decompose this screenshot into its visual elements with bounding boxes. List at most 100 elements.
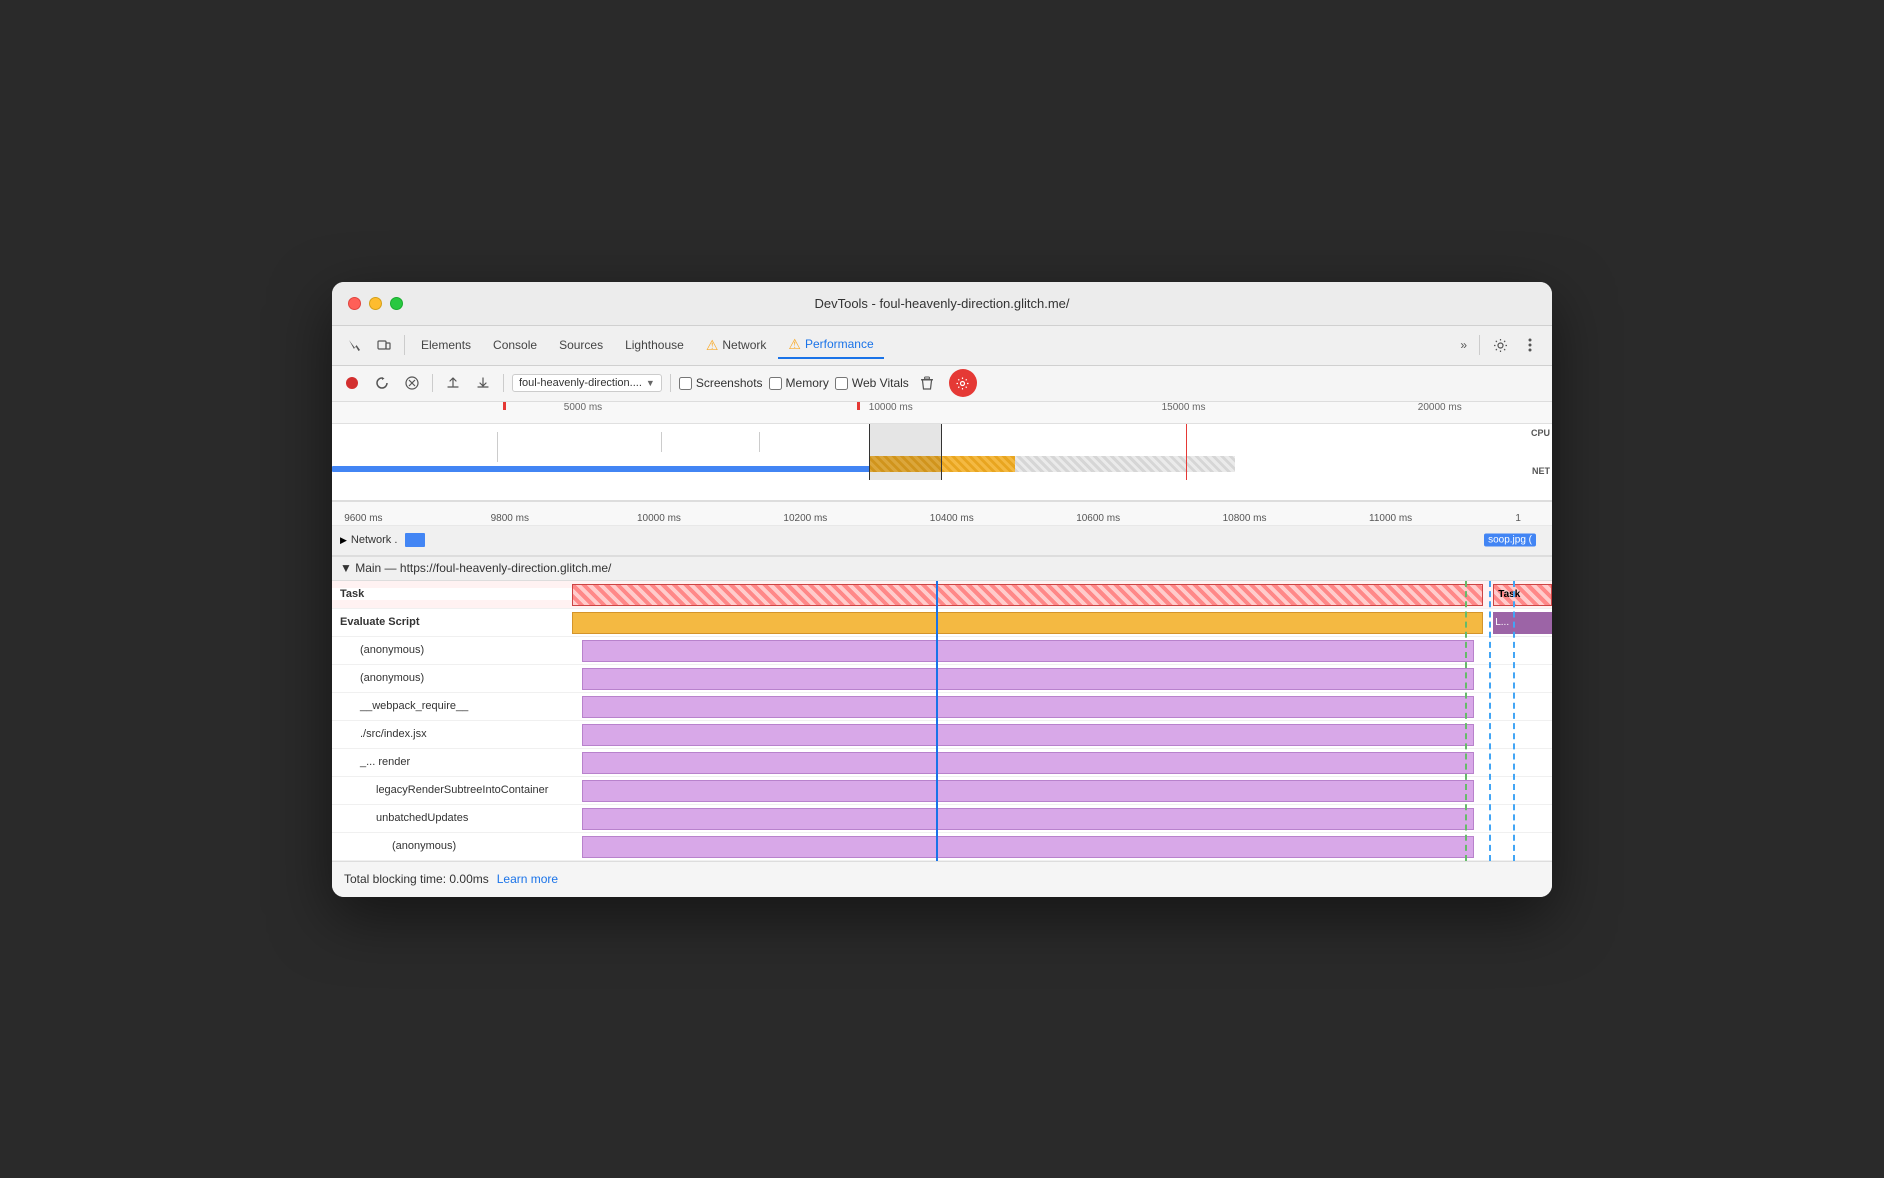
web-vitals-checkbox[interactable] [835, 377, 848, 390]
t10000: 10000 ms [637, 513, 681, 524]
evaluate-right-label: L... [1493, 612, 1552, 634]
table-row: (anonymous) [332, 833, 1552, 861]
ruler-15000: 15000 ms [1162, 402, 1206, 413]
download-button[interactable] [471, 371, 495, 395]
anon-1-bar-container [572, 637, 1552, 664]
performance-warn-icon: ⚠ [788, 336, 801, 353]
memory-label: Memory [786, 376, 829, 390]
red-tick-2 [857, 402, 860, 410]
table-row: Task Task [332, 581, 1552, 609]
webpack-bar-container [572, 693, 1552, 720]
web-vitals-checkbox-label[interactable]: Web Vitals [835, 376, 909, 390]
tab-network[interactable]: ⚠ Network [696, 333, 777, 358]
src-index-bar [582, 724, 1474, 746]
table-row: (anonymous) [332, 637, 1552, 665]
unbatched-bar [582, 808, 1474, 830]
cpu-label: CPU [1531, 428, 1550, 438]
selection-range [869, 424, 942, 480]
triangle-icon: ▶ [340, 535, 347, 546]
idle-bar [1015, 456, 1235, 472]
network-label: Network . [351, 534, 397, 546]
table-row: __webpack_require__ [332, 693, 1552, 721]
url-dropdown[interactable]: foul-heavenly-direction.... ▼ [512, 374, 662, 392]
more-options-icon[interactable] [1516, 331, 1544, 359]
anon-2-bar [582, 668, 1474, 690]
main-header-text: ▼ Main — https://foul-heavenly-direction… [340, 561, 611, 575]
table-row: ./src/index.jsx [332, 721, 1552, 749]
network-bar-blue [405, 533, 425, 547]
upload-button[interactable] [441, 371, 465, 395]
maximize-button[interactable] [390, 297, 403, 310]
network-overview-row: ▶ Network . soop.jpg ( [332, 526, 1552, 556]
close-button[interactable] [348, 297, 361, 310]
dashed-line-green-1 [1465, 581, 1467, 861]
table-row: (anonymous) [332, 665, 1552, 693]
dashed-line-blue-2 [1513, 581, 1515, 861]
tab-sources[interactable]: Sources [549, 334, 613, 356]
web-vitals-label: Web Vitals [852, 376, 909, 390]
t10400: 10400 ms [930, 513, 974, 524]
tab-console[interactable]: Console [483, 334, 547, 356]
screenshots-checkbox-label[interactable]: Screenshots [679, 376, 763, 390]
chevron-down-icon: ▼ [646, 378, 655, 388]
vertical-marker-line [936, 581, 938, 861]
performance-settings-button[interactable] [949, 369, 977, 397]
t10200: 10200 ms [783, 513, 827, 524]
record-button[interactable] [340, 371, 364, 395]
evaluate-script-label: Evaluate Script [332, 616, 572, 628]
dashed-line-blue-1 [1489, 581, 1491, 861]
network-row-label: ▶ Network . [332, 533, 512, 547]
anon-3-bar-container [572, 833, 1552, 860]
devtools-window: DevTools - foul-heavenly-direction.glitc… [332, 282, 1552, 897]
t-last: 1 [1515, 513, 1521, 524]
flame-chart-area: ▼ Main — https://foul-heavenly-direction… [332, 557, 1552, 861]
render-bar [582, 752, 1474, 774]
device-toggle-icon[interactable] [370, 331, 398, 359]
red-v-line [1186, 424, 1187, 480]
red-tick-1 [503, 402, 506, 410]
trash-button[interactable] [915, 371, 939, 395]
webpack-bar [582, 696, 1474, 718]
controls-separator-2 [503, 374, 504, 392]
evaluate-bar-container: L... [572, 609, 1552, 636]
anon-1-label: (anonymous) [332, 644, 572, 656]
controls-bar: foul-heavenly-direction.... ▼ Screenshot… [332, 366, 1552, 402]
learn-more-link[interactable]: Learn more [497, 872, 558, 886]
toolbar-separator-1 [404, 335, 405, 355]
reload-button[interactable] [370, 371, 394, 395]
legacy-render-label: legacyRenderSubtreeIntoContainer [332, 784, 572, 796]
minimize-button[interactable] [369, 297, 382, 310]
toolbar-separator-2 [1479, 335, 1480, 355]
ruler-20000: 20000 ms [1418, 402, 1462, 413]
unbatched-label: unbatchedUpdates [332, 812, 572, 824]
settings-icon[interactable] [1486, 331, 1514, 359]
ruler-10000: 10000 ms [869, 402, 913, 413]
clear-button[interactable] [400, 371, 424, 395]
memory-checkbox[interactable] [769, 377, 782, 390]
marker-line-1 [497, 432, 498, 462]
anon-1-bar [582, 640, 1474, 662]
window-title: DevTools - foul-heavenly-direction.glitc… [814, 296, 1069, 311]
tab-elements[interactable]: Elements [411, 334, 481, 356]
timeline-ruler: 5000 ms 10000 ms 15000 ms 20000 ms [332, 402, 1552, 424]
tab-performance[interactable]: ⚠ Performance [778, 332, 883, 359]
anon-2-bar-container [572, 665, 1552, 692]
titlebar: DevTools - foul-heavenly-direction.glitc… [332, 282, 1552, 326]
more-tabs-button[interactable]: » [1454, 334, 1473, 356]
screenshots-checkbox[interactable] [679, 377, 692, 390]
render-label: _... render [332, 756, 572, 768]
net-label: NET [1532, 466, 1550, 476]
network-right-label: soop.jpg ( [1484, 534, 1536, 547]
table-row: unbatchedUpdates [332, 805, 1552, 833]
network-warn-icon: ⚠ [706, 337, 719, 354]
t11000: 11000 ms [1369, 513, 1412, 524]
memory-checkbox-label[interactable]: Memory [769, 376, 829, 390]
legacy-render-bar [582, 780, 1474, 802]
marker-line-2 [661, 432, 662, 452]
url-text: foul-heavenly-direction.... [519, 377, 642, 389]
table-row: _... render [332, 749, 1552, 777]
task-bar [572, 584, 1483, 606]
timeline-overview[interactable]: 5000 ms 10000 ms 15000 ms 20000 ms [332, 402, 1552, 502]
tab-lighthouse[interactable]: Lighthouse [615, 334, 694, 356]
cursor-icon[interactable] [340, 331, 368, 359]
